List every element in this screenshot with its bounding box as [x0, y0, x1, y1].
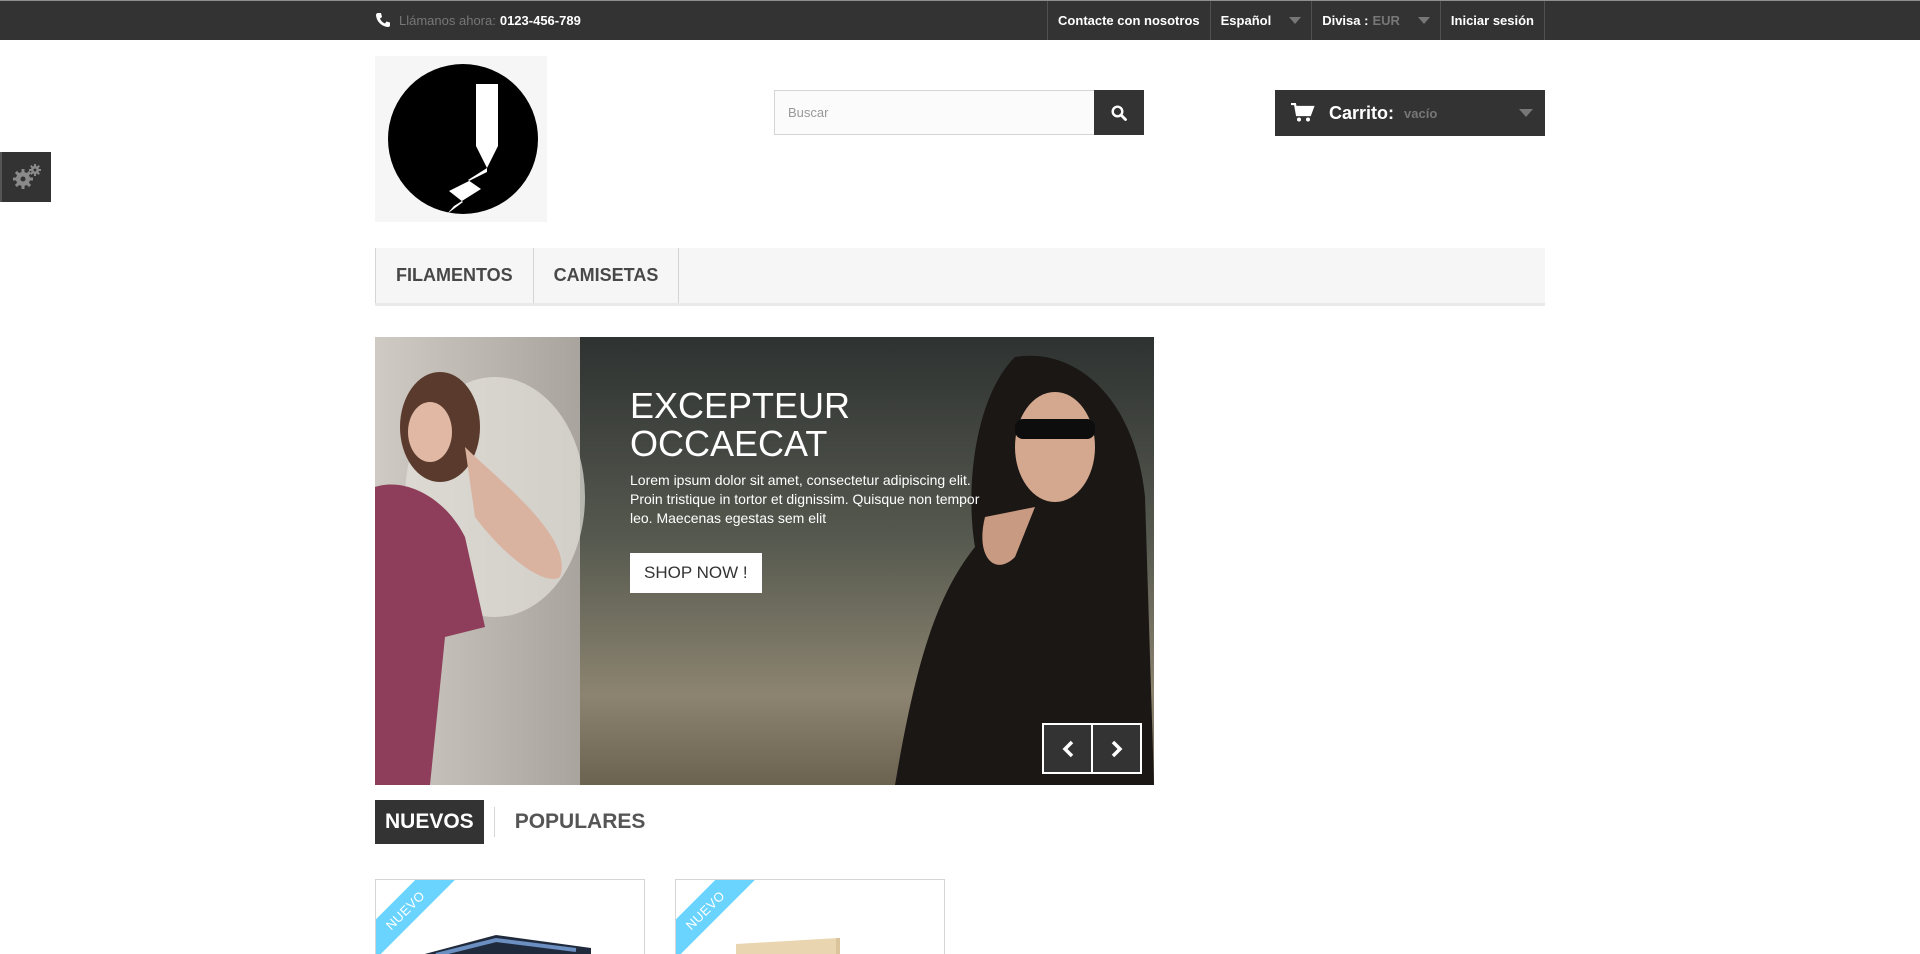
- contact-link[interactable]: Contacte con nosotros: [1047, 1, 1210, 40]
- slider-prev-button[interactable]: [1042, 723, 1093, 774]
- cart-icon: [1291, 103, 1315, 122]
- main-menu: FILAMENTOS CAMISETAS: [375, 248, 1545, 306]
- top-bar: Llámanos ahora: 0123-456-789 Contacte co…: [0, 0, 1920, 40]
- tab-divider: [493, 807, 495, 837]
- chevron-left-icon: [1062, 740, 1073, 757]
- slide-caption: EXCEPTEUR OCCAECAT Lorem ipsum dolor sit…: [630, 387, 990, 593]
- phone-info: Llámanos ahora: 0123-456-789: [375, 12, 581, 28]
- theme-configurator-toggle[interactable]: [0, 152, 51, 202]
- currency-label: Divisa :: [1322, 13, 1369, 28]
- login-link-label: Iniciar sesión: [1450, 13, 1534, 28]
- search-button[interactable]: [1094, 90, 1144, 135]
- product-tabs: NUEVOS POPULARES: [375, 800, 655, 844]
- home-slider: EXCEPTEUR OCCAECAT Lorem ipsum dolor sit…: [375, 337, 1154, 785]
- shop-now-button[interactable]: SHOP NOW !: [630, 553, 762, 593]
- slide-title: EXCEPTEUR OCCAECAT: [630, 387, 990, 463]
- language-selector[interactable]: Español: [1209, 1, 1312, 40]
- search-input[interactable]: [774, 90, 1094, 135]
- tab-nuevos[interactable]: NUEVOS: [375, 800, 484, 844]
- search-box: [774, 90, 1144, 135]
- tab-populares[interactable]: POPULARES: [505, 810, 656, 834]
- slide-text: Lorem ipsum dolor sit amet, consectetur …: [630, 472, 980, 526]
- slider-controls: [1042, 723, 1142, 774]
- slide-title-line-1: EXCEPTEUR: [630, 385, 851, 426]
- call-label: Llámanos ahora:: [399, 12, 496, 28]
- search-icon: [1111, 104, 1127, 121]
- product-card[interactable]: NUEVO: [375, 879, 645, 954]
- currency-selector[interactable]: Divisa : EUR: [1311, 1, 1440, 40]
- cart-block[interactable]: Carrito: vacío: [1275, 90, 1545, 136]
- contact-link-label: Contacte con nosotros: [1058, 13, 1200, 28]
- chevron-down-icon: [1289, 17, 1302, 24]
- currency-value: EUR: [1372, 13, 1400, 28]
- phone-number: 0123-456-789: [499, 12, 581, 28]
- language-label: Español: [1220, 13, 1272, 28]
- slider-next-button[interactable]: [1091, 723, 1142, 774]
- product-card[interactable]: NUEVO: [675, 879, 945, 954]
- phone-icon: [376, 13, 390, 27]
- chevron-down-icon: [1519, 109, 1533, 117]
- product-image: [736, 938, 840, 954]
- cart-label: Carrito:: [1329, 102, 1395, 123]
- chevron-right-icon: [1111, 740, 1122, 757]
- top-nav: Contacte con nosotros Español Divisa : E…: [1047, 1, 1545, 40]
- product-image: [424, 935, 591, 954]
- logo-image: [388, 64, 538, 214]
- shop-logo[interactable]: [375, 56, 547, 222]
- top-bar-inner: Llámanos ahora: 0123-456-789 Contacte co…: [375, 1, 1545, 40]
- cart-status: vacío: [1404, 105, 1438, 121]
- login-link[interactable]: Iniciar sesión: [1439, 1, 1545, 40]
- menu-item-filamentos[interactable]: FILAMENTOS: [375, 248, 534, 303]
- gears-icon: [12, 164, 41, 189]
- menu-item-camisetas[interactable]: CAMISETAS: [534, 248, 680, 303]
- slide-title-line-2: OCCAECAT: [630, 423, 828, 464]
- chevron-down-icon: [1417, 17, 1430, 24]
